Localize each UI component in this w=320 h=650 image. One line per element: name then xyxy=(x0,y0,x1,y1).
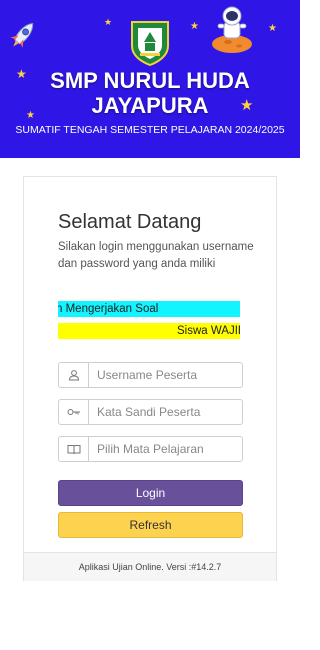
welcome-title: Selamat Datang xyxy=(58,211,202,233)
announcement-marquee-2: Siswa WAJIB xyxy=(58,323,240,339)
star-icon: ★ xyxy=(268,23,277,34)
login-description: Silakan login menggunakan username dan p… xyxy=(58,241,254,270)
school-logo xyxy=(131,21,169,66)
password-input[interactable] xyxy=(89,400,242,424)
username-input[interactable] xyxy=(89,363,242,387)
username-field xyxy=(58,362,243,388)
subject-field xyxy=(58,436,243,462)
astronaut-icon xyxy=(212,6,252,53)
marquee-text-1: n Mengerjakan Soal xyxy=(58,303,159,315)
exam-subtitle: SUMATIF TENGAH SEMESTER PELAJARAN 2024/2… xyxy=(15,124,285,136)
book-icon xyxy=(59,437,89,461)
version-footer: Aplikasi Ujian Online. Versi :#14.2.7 xyxy=(24,552,276,581)
marquee-text-2: Siswa WAJIB xyxy=(177,325,240,337)
refresh-button[interactable]: Refresh xyxy=(58,512,243,538)
login-button[interactable]: Login xyxy=(58,480,243,506)
school-name-line1: SMP NURUL HUDA xyxy=(50,68,250,93)
password-field xyxy=(58,399,243,425)
rocket-icon xyxy=(10,22,34,48)
announcement-marquee-1: n Mengerjakan Soal xyxy=(58,301,240,317)
key-icon xyxy=(59,400,89,424)
header-banner: ★ ★ ★ ★ ★ ★ SMP NURUL HUDA JAYAPURA SUMA… xyxy=(0,0,300,158)
school-name-line2: JAYAPURA xyxy=(91,93,209,118)
login-card: Selamat Datang Silakan login menggunakan… xyxy=(23,176,277,581)
subject-select[interactable] xyxy=(89,437,242,461)
star-icon: ★ xyxy=(104,17,113,27)
star-icon: ★ xyxy=(190,21,199,32)
user-icon xyxy=(59,363,89,387)
school-name: SMP NURUL HUDA JAYAPURA xyxy=(0,68,300,118)
